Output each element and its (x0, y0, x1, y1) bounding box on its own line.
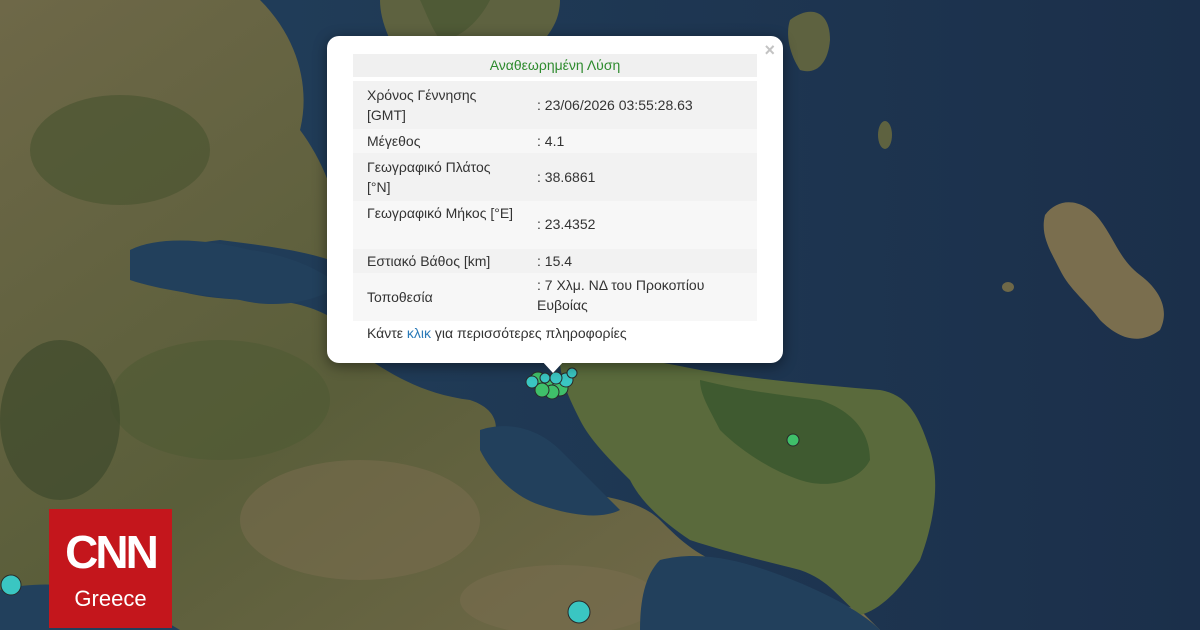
row-depth: Εστιακό Βάθος [km] : 15.4 (353, 249, 757, 273)
logo-region: Greece (74, 586, 147, 611)
depth-label: Εστιακό Βάθος [km] (367, 253, 491, 269)
row-longitude: Γεωγραφικό Μήκος [°E] : 23.4352 (353, 201, 757, 249)
row-latitude: Γεωγραφικό Πλάτος [°N] : 38.6861 (353, 153, 757, 201)
cnn-greece-logo: CNN Greece (49, 509, 172, 628)
location-label: Τοποθεσία (367, 289, 433, 305)
row-location: Τοποθεσία : 7 Χλμ. ΝΔ του Προκοπίου Ευβο… (353, 273, 757, 321)
longitude-label: Γεωγραφικό Μήκος [°E] (367, 205, 514, 221)
magnitude-label: Μέγεθος (367, 133, 421, 149)
longitude-value: : 23.4352 (537, 216, 596, 232)
logo-brand: CNN (65, 526, 159, 578)
more-info-link[interactable]: κλικ (407, 325, 431, 341)
magnitude-value: : 4.1 (537, 133, 565, 149)
origin-time-label: Χρόνος Γέννησης [GMT] (367, 87, 477, 123)
origin-time-value: : 23/06/2026 03:55:28.63 (537, 97, 693, 113)
latitude-value: : 38.6861 (537, 169, 596, 185)
popup-tip (541, 360, 565, 373)
latitude-label: Γεωγραφικό Πλάτος [°N] (367, 159, 491, 195)
more-prefix: Κάντε (367, 325, 407, 341)
depth-value: : 15.4 (537, 253, 573, 269)
location-value: : 7 Χλμ. ΝΔ του Προκοπίου Ευβοίας (537, 277, 705, 313)
earthquake-info-popup: × Αναθεωρημένη Λύση Χρόνος Γέννησης [GMT… (327, 36, 783, 363)
popup-title: Αναθεωρημένη Λύση (353, 54, 757, 77)
more-suffix: για περισσότερες πληροφορίες (431, 325, 627, 341)
row-magnitude: Μέγεθος : 4.1 (353, 129, 757, 153)
close-icon[interactable]: × (764, 40, 775, 60)
row-origin-time: Χρόνος Γέννησης [GMT] : 23/06/2026 03:55… (353, 81, 757, 129)
more-info-text: Κάντε κλικ για περισσότερες πληροφορίες (367, 325, 627, 341)
